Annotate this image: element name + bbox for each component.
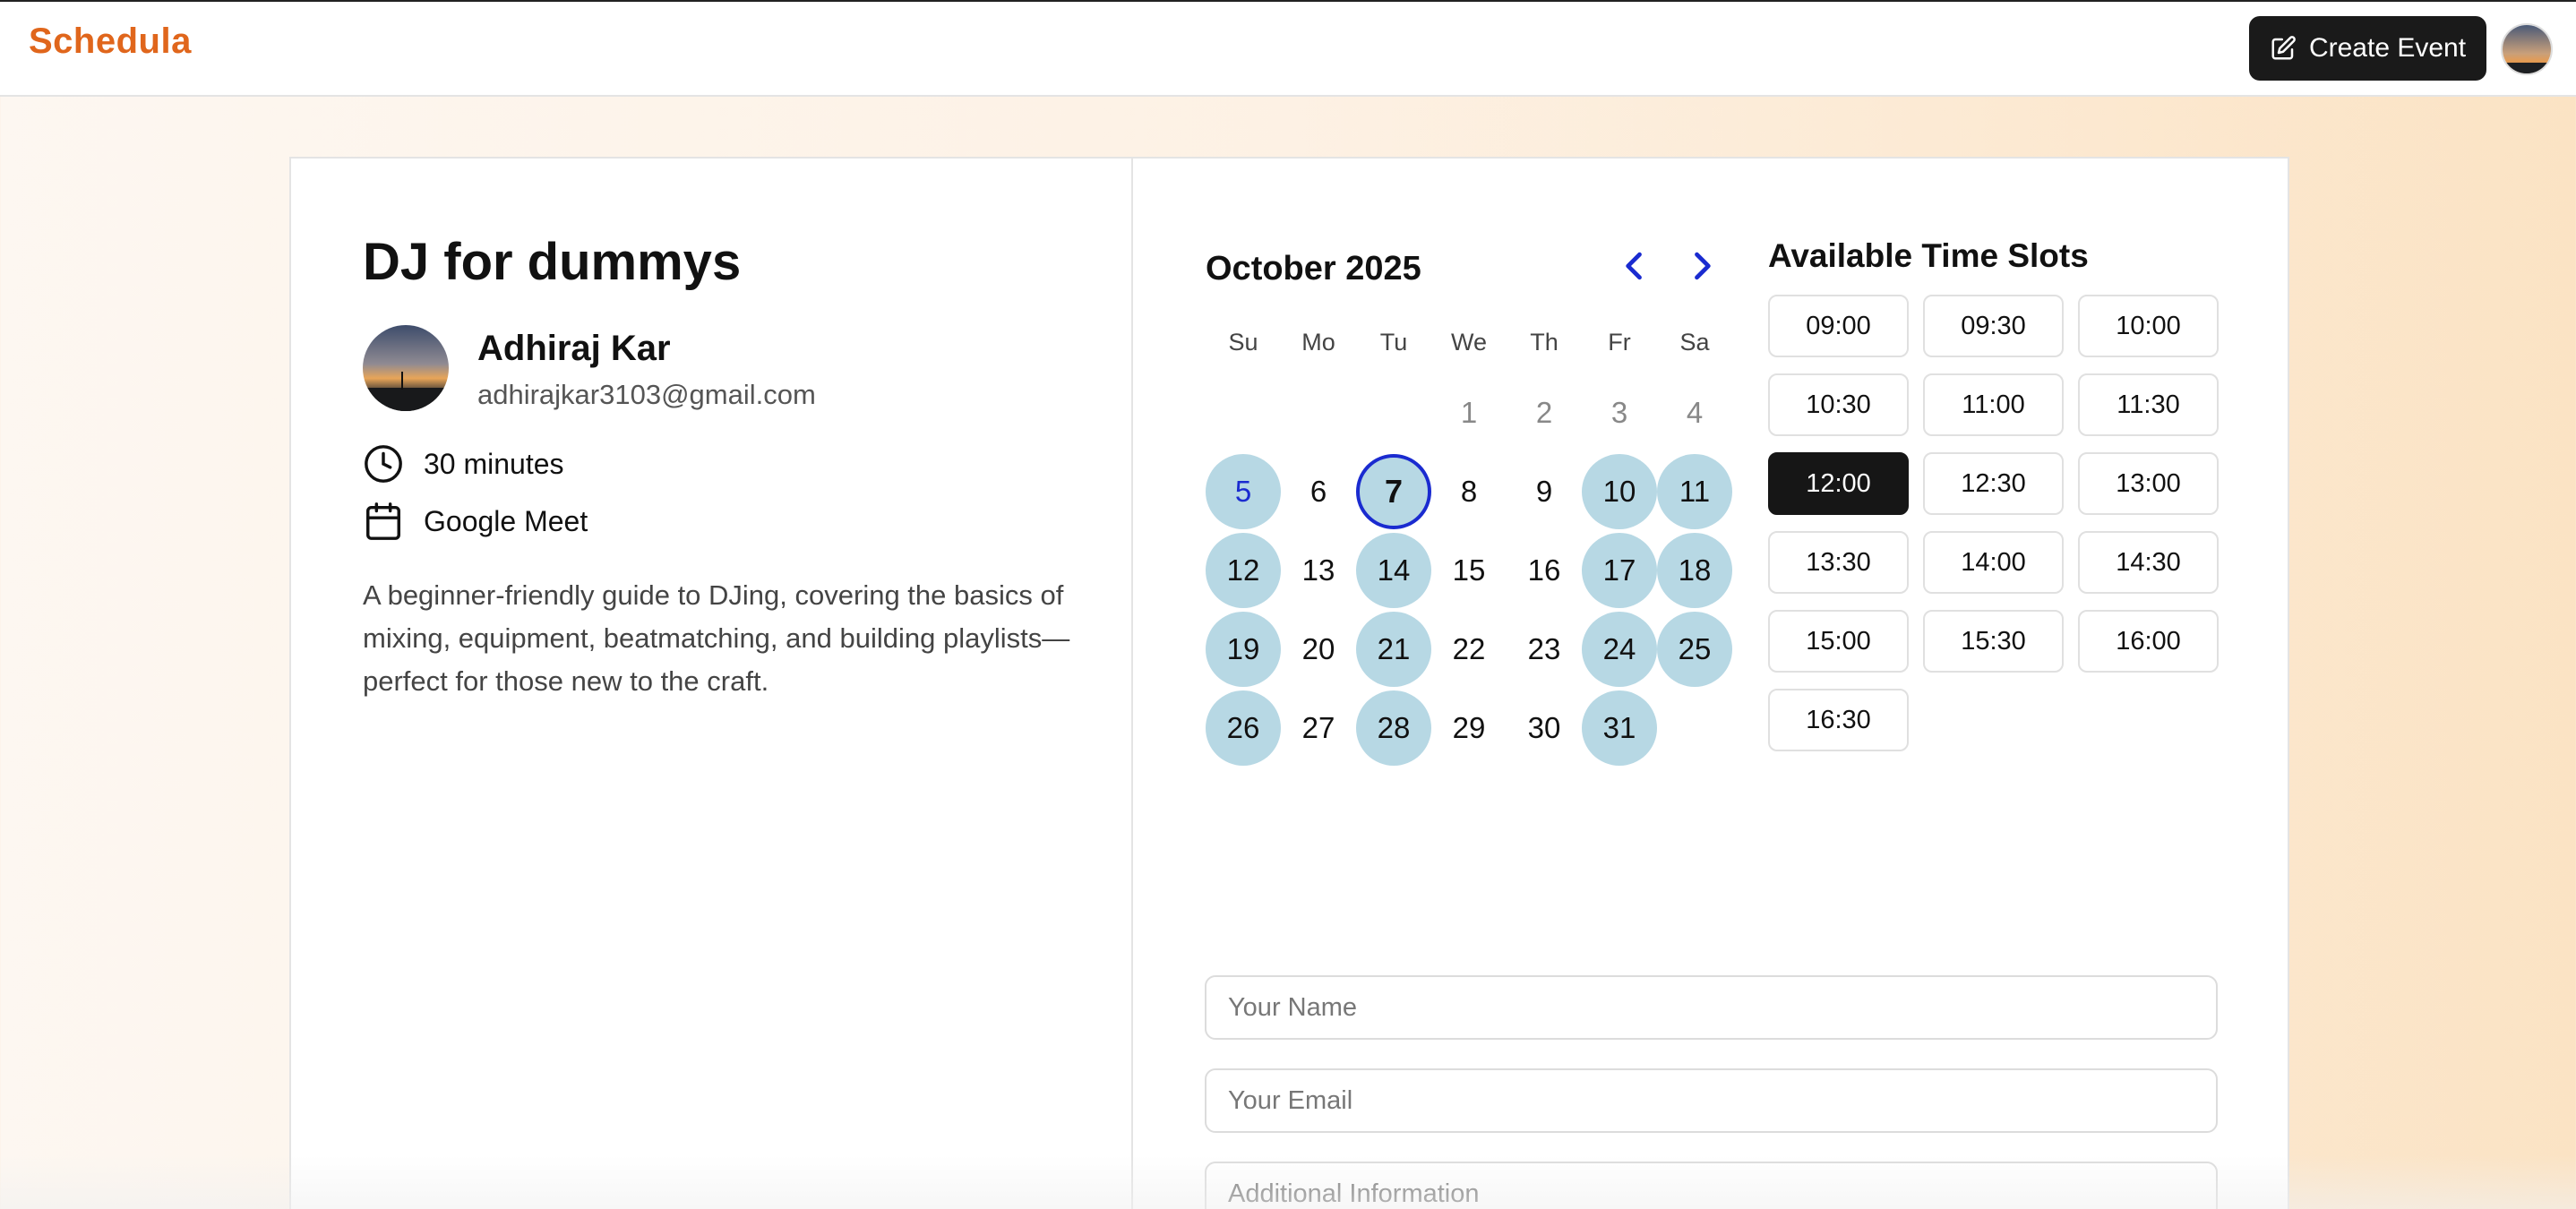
duration-row: 30 minutes xyxy=(363,443,564,484)
calendar-day[interactable]: 12 xyxy=(1206,533,1281,608)
host-avatar xyxy=(363,325,449,411)
create-event-label: Create Event xyxy=(2308,33,2467,63)
calendar-day[interactable]: 6 xyxy=(1281,454,1356,529)
user-avatar[interactable] xyxy=(2501,23,2553,75)
calendar-day[interactable]: 16 xyxy=(1507,533,1582,608)
calendar-day[interactable]: 19 xyxy=(1206,612,1281,687)
clock-icon xyxy=(365,445,402,483)
weekday-label: Sa xyxy=(1679,329,1710,356)
calendar-day[interactable]: 26 xyxy=(1206,690,1281,766)
weekday-label: Th xyxy=(1530,329,1558,356)
calendar-day[interactable]: 9 xyxy=(1507,454,1582,529)
edit-icon xyxy=(2271,36,2296,60)
calendar-day[interactable]: 30 xyxy=(1507,690,1582,766)
calendar-day[interactable]: 13 xyxy=(1281,533,1356,608)
calendar-day: 2 xyxy=(1535,396,1553,429)
time-slot-button[interactable]: 12:30 xyxy=(1923,452,2064,515)
calendar-day[interactable]: 11 xyxy=(1657,454,1732,529)
time-slot-button[interactable]: 10:30 xyxy=(1768,373,1909,436)
month-label: October 2025 xyxy=(1206,250,1421,287)
time-slot-button[interactable]: 16:30 xyxy=(1768,689,1909,751)
time-slot-button[interactable]: 09:30 xyxy=(1923,295,2064,357)
event-title: DJ for dummys xyxy=(363,233,742,291)
host-name: Adhiraj Kar xyxy=(477,329,671,368)
name-field[interactable] xyxy=(1205,975,2218,1040)
time-slot-button[interactable]: 15:30 xyxy=(1923,610,2064,673)
time-slot-button[interactable]: 16:00 xyxy=(2078,610,2219,673)
weekday-label: We xyxy=(1450,329,1487,356)
calendar-day[interactable]: 25 xyxy=(1657,612,1732,687)
time-slot-button[interactable]: 11:30 xyxy=(2078,373,2219,436)
location-text: Google Meet xyxy=(424,504,588,537)
calendar-day[interactable]: 18 xyxy=(1657,533,1732,608)
time-slot-button[interactable]: 12:00 xyxy=(1768,452,1909,515)
location-row: Google Meet xyxy=(363,501,588,542)
time-slot-button[interactable]: 09:00 xyxy=(1768,295,1909,357)
calendar-day[interactable]: 31 xyxy=(1582,690,1657,766)
calendar-day[interactable]: 8 xyxy=(1431,454,1507,529)
calendar-day: 1 xyxy=(1460,396,1478,429)
calendar-day[interactable]: 15 xyxy=(1431,533,1507,608)
calendar-day[interactable]: 5 xyxy=(1206,454,1281,529)
card-divider xyxy=(1131,159,1133,1209)
calendar-day[interactable]: 29 xyxy=(1431,690,1507,766)
calendar-icon xyxy=(366,502,400,540)
calendar-day[interactable]: 21 xyxy=(1356,612,1431,687)
email-field[interactable] xyxy=(1205,1068,2218,1133)
additional-info-field[interactable] xyxy=(1205,1162,2218,1209)
calendar-day: 4 xyxy=(1686,396,1704,429)
calendar-day[interactable]: 27 xyxy=(1281,690,1356,766)
calendar-day[interactable]: 14 xyxy=(1356,533,1431,608)
time-slot-button[interactable]: 13:30 xyxy=(1768,531,1909,594)
weekday-label: Tu xyxy=(1379,329,1408,356)
time-slot-button[interactable]: 15:00 xyxy=(1768,610,1909,673)
top-nav-bar: Schedula Create Event xyxy=(0,0,2576,97)
calendar-day[interactable]: 22 xyxy=(1431,612,1507,687)
weekday-label: Mo xyxy=(1301,329,1335,356)
time-slots-title: Available Time Slots xyxy=(1768,237,2089,274)
calendar-day[interactable]: 10 xyxy=(1582,454,1657,529)
app-logo[interactable]: Schedula xyxy=(29,21,192,62)
time-slot-button[interactable]: 14:00 xyxy=(1923,531,2064,594)
time-slot-button[interactable]: 11:00 xyxy=(1923,373,2064,436)
calendar-day: 3 xyxy=(1610,396,1628,429)
chevron-left-icon xyxy=(1626,252,1642,280)
prev-month-button[interactable] xyxy=(1615,246,1654,286)
duration-text: 30 minutes xyxy=(424,447,564,480)
time-slot-button[interactable]: 14:30 xyxy=(2078,531,2219,594)
next-month-button[interactable] xyxy=(1682,246,1722,286)
event-description: A beginner-friendly guide to DJing, cove… xyxy=(363,579,1070,697)
host-email: adhirajkar3103@gmail.com xyxy=(477,379,816,410)
chevron-right-icon xyxy=(1695,252,1711,280)
calendar-day[interactable]: 20 xyxy=(1281,612,1356,687)
time-slot-button[interactable]: 13:00 xyxy=(2078,452,2219,515)
calendar-day[interactable]: 17 xyxy=(1582,533,1657,608)
booking-card: DJ for dummys Adhiraj Kar adhirajkar3103… xyxy=(289,157,2289,1209)
weekday-label: Fr xyxy=(1608,329,1631,356)
calendar-day[interactable]: 7 xyxy=(1356,454,1431,529)
calendar-day[interactable]: 28 xyxy=(1356,690,1431,766)
create-event-button[interactable]: Create Event xyxy=(2249,16,2486,81)
calendar-day[interactable]: 23 xyxy=(1507,612,1582,687)
calendar-day[interactable]: 24 xyxy=(1582,612,1657,687)
weekday-label: Su xyxy=(1228,329,1258,356)
time-slot-button[interactable]: 10:00 xyxy=(2078,295,2219,357)
